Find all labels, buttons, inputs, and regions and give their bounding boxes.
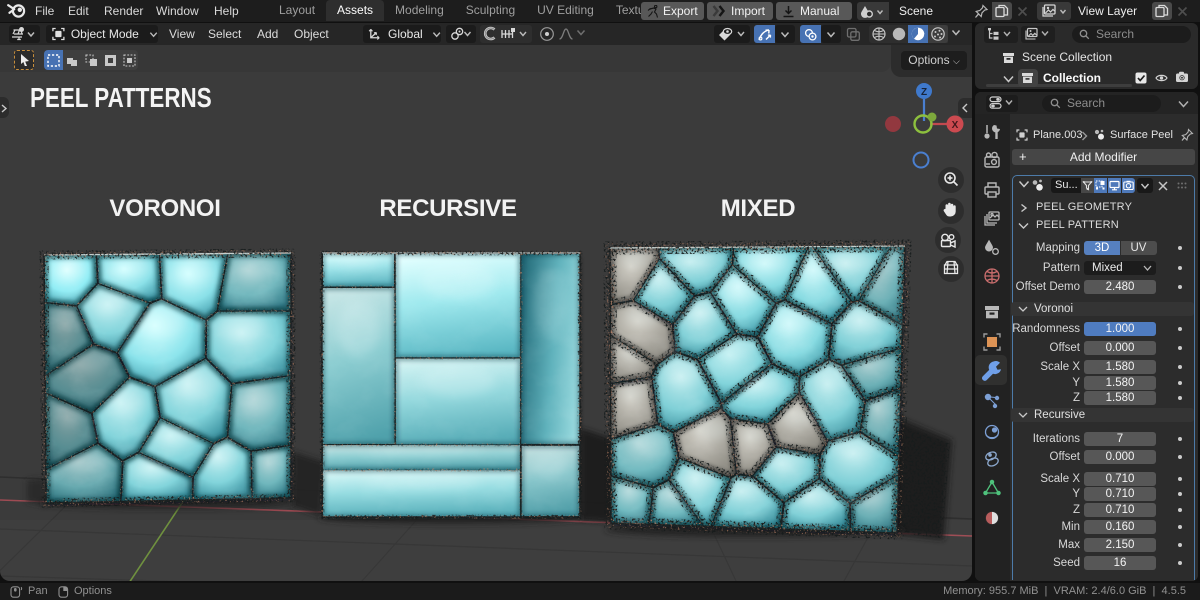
svg-text:Z: Z [921,87,927,98]
svg-text:PEEL PATTERNS: PEEL PATTERNS [30,83,212,114]
svg-text:RECURSIVE: RECURSIVE [379,195,517,222]
svg-text:MIXED: MIXED [721,195,796,222]
svg-text:X: X [952,120,959,131]
svg-text:VORONOI: VORONOI [109,195,220,222]
